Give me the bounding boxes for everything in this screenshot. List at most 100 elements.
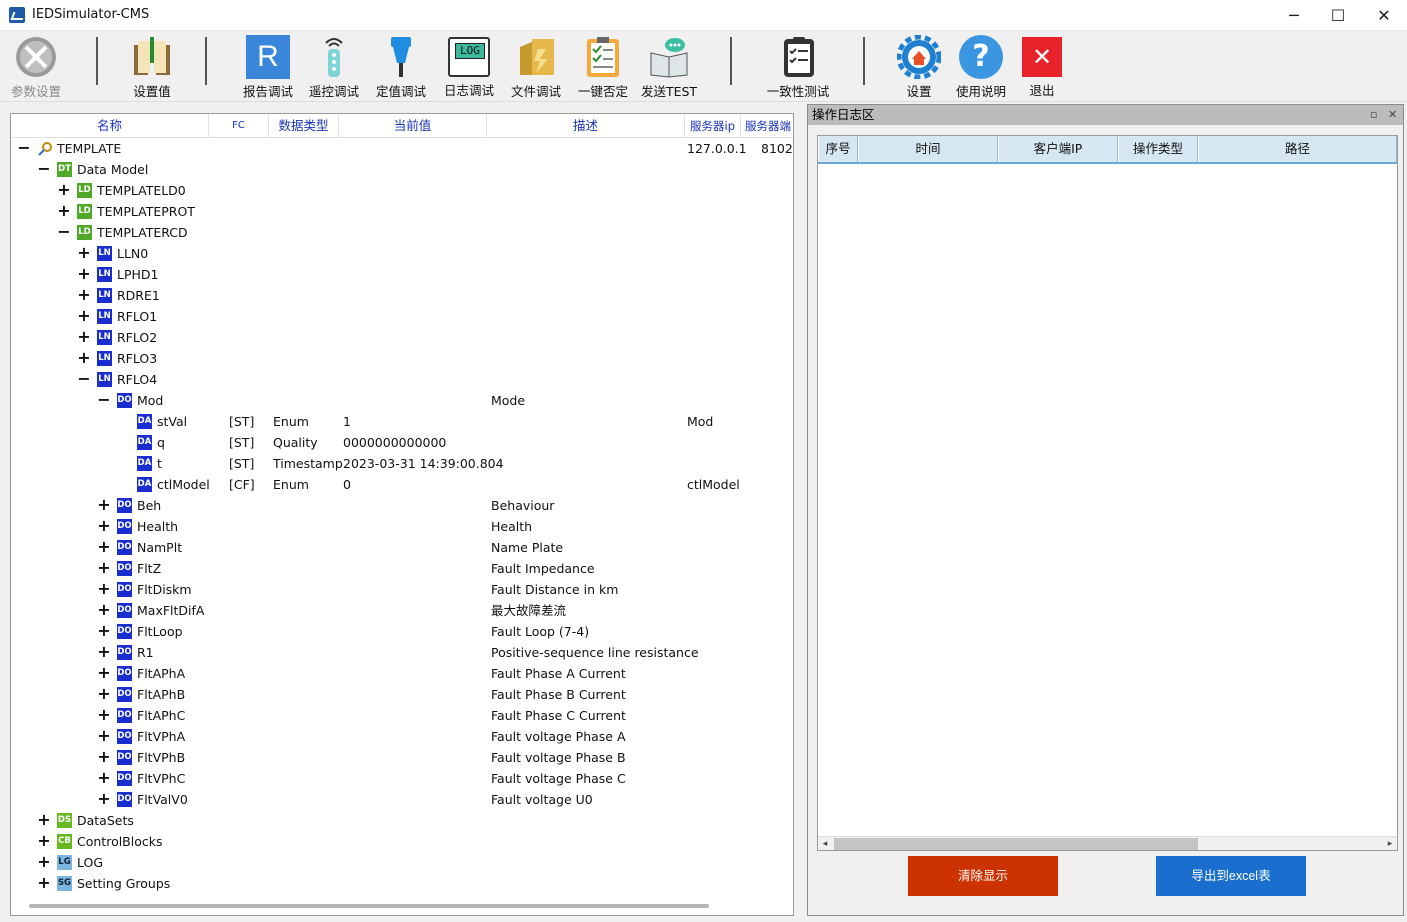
tree-row[interactable]: + DO FltValV0 Fault voltage U0	[11, 789, 793, 810]
tree-row[interactable]: + LN LPHD1	[11, 264, 793, 285]
file-debug-button[interactable]: 文件调试	[510, 35, 562, 99]
expand-toggle-icon[interactable]: −	[57, 222, 71, 243]
col-description[interactable]: 描述	[487, 114, 685, 138]
col-server-port[interactable]: 服务器端	[741, 114, 793, 138]
restore-icon[interactable]: ▫	[1370, 105, 1377, 125]
tree-row[interactable]: + DO FltAPhC Fault Phase C Current	[11, 705, 793, 726]
consistency-test-button[interactable]: 一致性测试	[766, 35, 830, 99]
tree-row[interactable]: − LN RFLO4	[11, 369, 793, 390]
tree-row[interactable]: DA t [ST] Timestamp 2023-03-31 14:39:00.804	[11, 453, 793, 474]
tree-row[interactable]: + DO Beh Behaviour	[11, 495, 793, 516]
tree-row[interactable]: DA stVal [ST] Enum 1 Mod	[11, 411, 793, 432]
export-excel-button[interactable]: 导出到excel表	[1156, 856, 1306, 896]
col-index[interactable]: 序号	[818, 136, 858, 162]
expand-toggle-icon[interactable]: +	[77, 243, 91, 264]
expand-toggle-icon[interactable]: −	[97, 390, 111, 411]
tree-row[interactable]: + LN RFLO3	[11, 348, 793, 369]
tree-row[interactable]: + LD TEMPLATELD0	[11, 180, 793, 201]
tree-row[interactable]: + LN RFLO2	[11, 327, 793, 348]
expand-toggle-icon[interactable]: +	[97, 705, 111, 726]
expand-toggle-icon[interactable]: +	[37, 873, 51, 894]
col-current-value[interactable]: 当前值	[339, 114, 487, 138]
expand-toggle-icon[interactable]: +	[97, 558, 111, 579]
close-panel-icon[interactable]: ✕	[1388, 105, 1397, 125]
expand-toggle-icon[interactable]: +	[97, 789, 111, 810]
expand-toggle-icon[interactable]: +	[97, 495, 111, 516]
tree-row[interactable]: − DT Data Model	[11, 159, 793, 180]
col-data-type[interactable]: 数据类型	[269, 114, 339, 138]
maximize-button[interactable]: ☐	[1315, 0, 1361, 31]
expand-toggle-icon[interactable]: +	[37, 852, 51, 873]
col-operation-type[interactable]: 操作类型	[1118, 136, 1198, 162]
tree-row[interactable]: + DO FltVPhB Fault voltage Phase B	[11, 747, 793, 768]
tree-row[interactable]: + LN RFLO1	[11, 306, 793, 327]
expand-toggle-icon[interactable]: +	[77, 264, 91, 285]
expand-toggle-icon[interactable]: +	[97, 768, 111, 789]
tree-row[interactable]: + DO FltZ Fault Impedance	[11, 558, 793, 579]
expand-toggle-icon[interactable]: +	[97, 747, 111, 768]
tree-row[interactable]: + CB ControlBlocks	[11, 831, 793, 852]
tree-row[interactable]: + LN RDRE1	[11, 285, 793, 306]
expand-toggle-icon[interactable]: +	[97, 642, 111, 663]
tree-row[interactable]: + LN LLN0	[11, 243, 793, 264]
expand-toggle-icon[interactable]: +	[97, 600, 111, 621]
expand-toggle-icon[interactable]: +	[57, 180, 71, 201]
clear-display-button[interactable]: 清除显示	[908, 856, 1058, 896]
tree-row[interactable]: + LG LOG	[11, 852, 793, 873]
col-path[interactable]: 路径	[1198, 136, 1397, 162]
tree-row[interactable]: + SG Setting Groups	[11, 873, 793, 894]
remote-control-button[interactable]: 遥控调试	[309, 35, 359, 99]
send-test-button[interactable]: 发送TEST	[641, 35, 697, 99]
log-debug-button[interactable]: LOG 日志调试	[443, 35, 495, 99]
one-key-negate-button[interactable]: 一键否定	[576, 35, 630, 99]
tree-row[interactable]: + DO R1 Positive-sequence line resistance	[11, 642, 793, 663]
col-fc[interactable]: FC	[209, 114, 269, 138]
expand-toggle-icon[interactable]: +	[77, 306, 91, 327]
col-time[interactable]: 时间	[858, 136, 998, 162]
expand-toggle-icon[interactable]: +	[97, 621, 111, 642]
tree-row[interactable]: + DO NamPlt Name Plate	[11, 537, 793, 558]
log-horizontal-scrollbar[interactable]: ◂ ▸	[818, 836, 1397, 850]
tree-row[interactable]: + DO FltDiskm Fault Distance in km	[11, 579, 793, 600]
expand-toggle-icon[interactable]: +	[97, 726, 111, 747]
expand-toggle-icon[interactable]: +	[97, 684, 111, 705]
setpoint-value-button[interactable]: 设置值	[128, 35, 176, 99]
scroll-left-arrow-icon[interactable]: ◂	[818, 837, 832, 851]
settings-button[interactable]: 设置	[896, 35, 942, 99]
setting-debug-button[interactable]: 定值调试	[376, 35, 426, 99]
expand-toggle-icon[interactable]: +	[97, 579, 111, 600]
close-window-button[interactable]: ✕	[1361, 0, 1407, 31]
tree-row[interactable]: − TEMPLATE 127.0.0.1 8102	[11, 138, 793, 159]
expand-toggle-icon[interactable]: +	[77, 285, 91, 306]
expand-toggle-icon[interactable]: +	[37, 831, 51, 852]
help-button[interactable]: ? 使用说明	[955, 35, 1007, 99]
col-client-ip[interactable]: 客户端IP	[998, 136, 1118, 162]
expand-toggle-icon[interactable]: +	[97, 663, 111, 684]
col-server-ip[interactable]: 服务器ip	[685, 114, 741, 138]
expand-toggle-icon[interactable]: +	[97, 516, 111, 537]
expand-toggle-icon[interactable]: −	[37, 159, 51, 180]
tree-row[interactable]: + DO FltVPhC Fault voltage Phase C	[11, 768, 793, 789]
tree-row[interactable]: DA ctlModel [CF] Enum 0 ctlModel	[11, 474, 793, 495]
tree-row[interactable]: + DO MaxFltDifA 最大故障差流	[11, 600, 793, 621]
expand-toggle-icon[interactable]: +	[57, 201, 71, 222]
param-settings-button[interactable]: 参数设置	[8, 35, 64, 99]
tree-row[interactable]: + DO FltLoop Fault Loop (7-4)	[11, 621, 793, 642]
expand-toggle-icon[interactable]: +	[77, 348, 91, 369]
scroll-right-arrow-icon[interactable]: ▸	[1383, 837, 1397, 851]
tree-row[interactable]: − LD TEMPLATERCD	[11, 222, 793, 243]
report-debug-button[interactable]: R 报告调试	[243, 35, 293, 99]
exit-button[interactable]: ✕ 退出	[1020, 35, 1064, 99]
scrollbar-thumb[interactable]	[834, 838, 1198, 850]
expand-toggle-icon[interactable]: +	[97, 537, 111, 558]
expand-toggle-icon[interactable]: −	[17, 138, 31, 159]
tree-row[interactable]: + DS DataSets	[11, 810, 793, 831]
tree-row[interactable]: + DO Health Health	[11, 516, 793, 537]
expand-toggle-icon[interactable]: −	[77, 369, 91, 390]
tree-row[interactable]: + DO FltAPhB Fault Phase B Current	[11, 684, 793, 705]
col-name[interactable]: 名称	[11, 114, 209, 138]
tree-row[interactable]: + LD TEMPLATEPROT	[11, 201, 793, 222]
expand-toggle-icon[interactable]: +	[77, 327, 91, 348]
tree-horizontal-scrollbar[interactable]	[29, 904, 709, 908]
tree-row[interactable]: + DO FltVPhA Fault voltage Phase A	[11, 726, 793, 747]
